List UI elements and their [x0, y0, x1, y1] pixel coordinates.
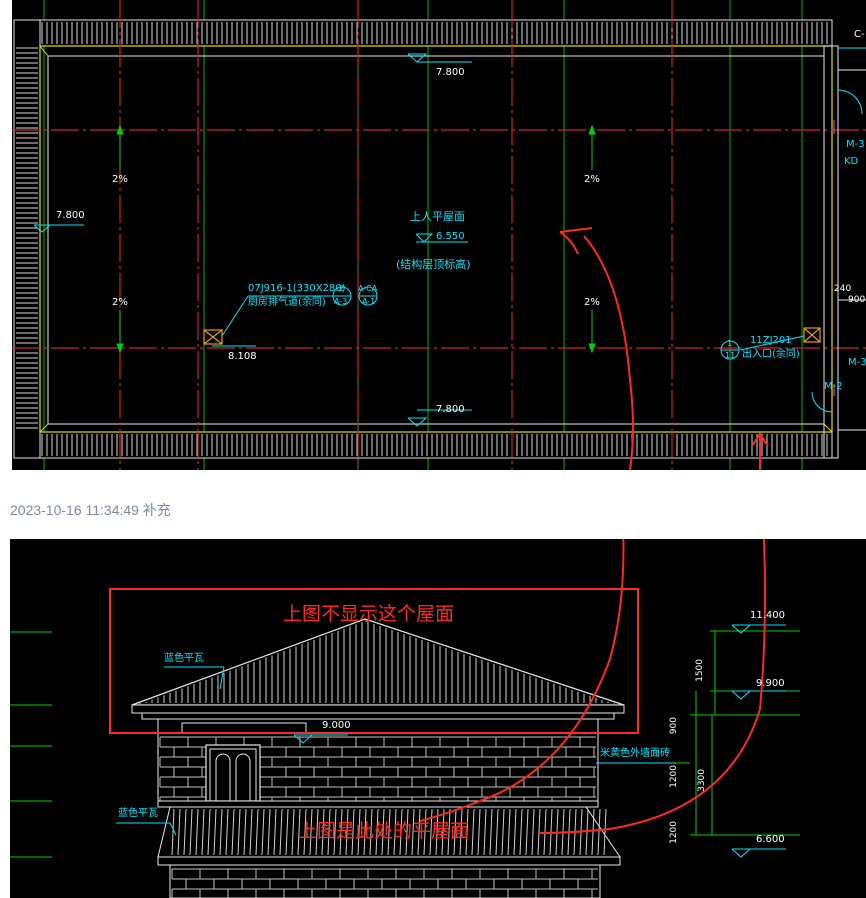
vent-tag: 2	[339, 284, 345, 293]
elevation-bottom-center: 7.800	[436, 404, 465, 415]
right-label: 240	[834, 284, 852, 294]
elevation-drawing: 上图不显示这个屋面 上图是此处的平屋面 蓝色平瓦 蓝色平瓦 米黄色外墙面砖 11…	[10, 539, 866, 898]
dimension-label: 1200	[669, 765, 679, 788]
dimension-label: 1500	[695, 659, 705, 682]
roof-note: (结构层顶标高)	[396, 258, 471, 271]
roof-material-label: 蓝色平瓦	[118, 808, 158, 819]
right-label: KD	[844, 156, 859, 167]
level-label: 9.000	[322, 720, 351, 731]
exit-tag: 1	[727, 339, 733, 348]
elevation-lines	[10, 539, 800, 898]
exit-code: 11ZJ201	[750, 335, 792, 346]
elevation-left: 7.800	[56, 210, 85, 221]
right-label: M-2	[824, 381, 843, 392]
vent-tag: A-3	[334, 297, 348, 306]
roof-title: 上人平屋面	[410, 210, 465, 223]
slope-label: 2%	[584, 297, 600, 308]
slope-label: 2%	[112, 174, 128, 185]
exit-tag: 11	[725, 351, 736, 360]
supplement-timestamp: 2023-10-16 11:34:49 补充	[10, 502, 171, 518]
annotation-flat-roof: 上图是此处的平屋面	[298, 820, 470, 842]
roof-plan-drawing: 7.800 7.800 7.800 8.108 2% 2% 2% 2% 上人平屋…	[12, 0, 866, 470]
roof-elevation: 6.550	[436, 231, 465, 242]
right-label: 900	[848, 295, 866, 305]
dimension-label: 1200	[669, 821, 679, 844]
level-label: 6.600	[756, 834, 785, 845]
vent-code: 07J916-1(330X280)	[248, 283, 346, 294]
roof-material-label: 蓝色平瓦	[164, 653, 204, 664]
right-label: M-3	[846, 139, 865, 150]
level-label: 11.400	[750, 610, 785, 621]
slope-label: 2%	[112, 297, 128, 308]
elevation-top-center: 7.800	[436, 67, 465, 78]
elevation-vent: 8.108	[228, 351, 257, 362]
level-label: 9.900	[756, 678, 785, 689]
vent-tag: A-1	[362, 297, 376, 306]
wall-material-label: 米黄色外墙面砖	[600, 748, 670, 759]
vent-tag: A-CA	[358, 284, 378, 293]
dimension-label: 3300	[697, 769, 707, 792]
exit-label: 出入口(余同)	[742, 349, 800, 360]
slope-label: 2%	[584, 174, 600, 185]
dimension-label: 900	[669, 717, 679, 735]
vent-label: 厨房排气道(余同)	[248, 297, 326, 308]
annotation-roof-not-shown: 上图不显示这个屋面	[283, 603, 455, 625]
right-label: C-	[854, 29, 865, 40]
right-label: M-3	[848, 357, 866, 368]
